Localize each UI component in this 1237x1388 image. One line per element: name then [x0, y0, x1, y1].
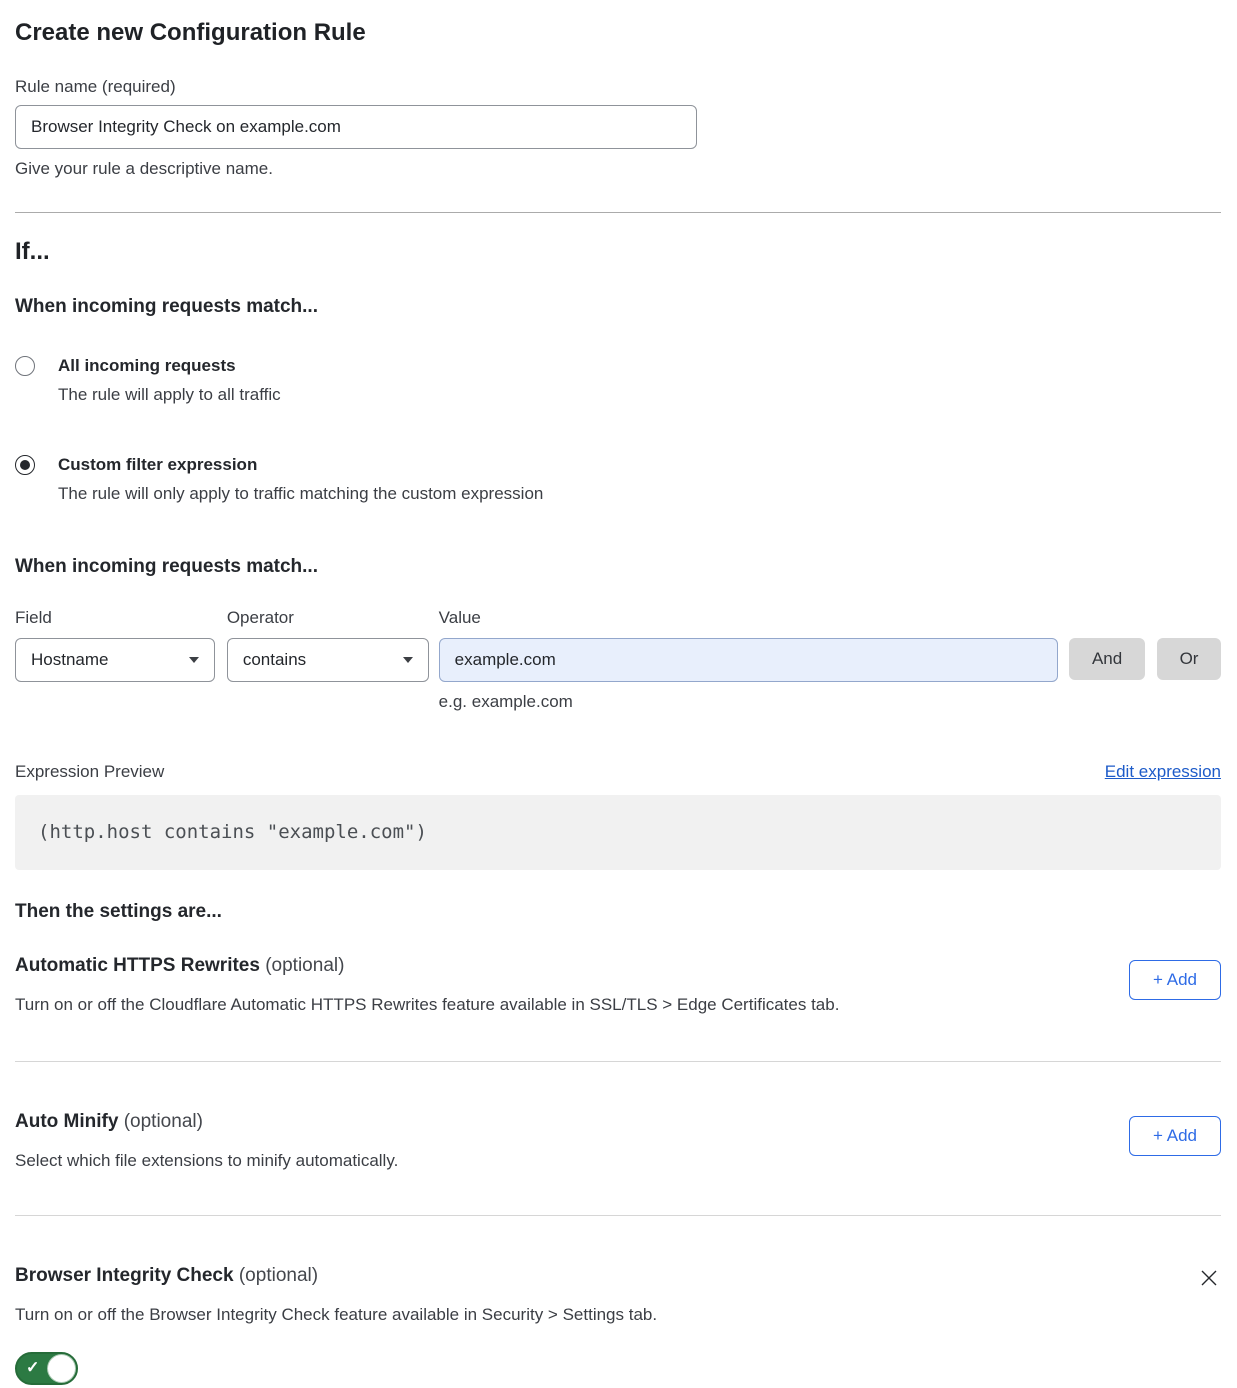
operator-select[interactable]: contains: [227, 638, 429, 682]
page-title: Create new Configuration Rule: [15, 18, 1221, 48]
value-helper: e.g. example.com: [439, 691, 1058, 713]
add-auto-minify-button[interactable]: + Add: [1129, 1116, 1221, 1156]
setting-description: Turn on or off the Browser Integrity Che…: [15, 1304, 657, 1326]
radio-option-label: All incoming requests: [58, 356, 236, 375]
section-divider: [15, 212, 1221, 213]
browser-integrity-check-toggle[interactable]: ✓: [15, 1352, 78, 1385]
section-divider: [15, 1215, 1221, 1216]
setting-automatic-https-rewrites: Automatic HTTPS Rewrites (optional) Turn…: [15, 954, 1221, 1016]
optional-tag: (optional): [124, 1111, 203, 1132]
setting-title: Automatic HTTPS Rewrites (optional): [15, 954, 839, 978]
setting-auto-minify: Auto Minify (optional) Select which file…: [15, 1110, 1221, 1172]
match-heading: When incoming requests match...: [15, 295, 1221, 319]
value-input[interactable]: [439, 638, 1058, 682]
expression-builder-heading: When incoming requests match...: [15, 555, 1221, 579]
radio-all-incoming-requests[interactable]: [15, 356, 35, 376]
section-divider: [15, 1061, 1221, 1062]
chevron-down-icon: [403, 657, 413, 663]
field-select[interactable]: Hostname: [15, 638, 215, 682]
or-button[interactable]: Or: [1157, 638, 1221, 680]
check-icon: ✓: [26, 1360, 39, 1376]
expression-preview-label: Expression Preview: [15, 761, 164, 783]
toggle-knob: [48, 1355, 75, 1382]
setting-description: Select which file extensions to minify a…: [15, 1150, 398, 1172]
expression-builder-row: Field Hostname Operator contains Value e…: [15, 607, 1221, 713]
expression-preview-code: (http.host contains "example.com"): [15, 795, 1221, 870]
setting-title: Browser Integrity Check (optional): [15, 1264, 657, 1288]
setting-description: Turn on or off the Cloudflare Automatic …: [15, 994, 839, 1016]
settings-heading: Then the settings are...: [15, 900, 1221, 924]
rule-name-label: Rule name (required): [15, 76, 1221, 98]
operator-label: Operator: [227, 607, 429, 629]
if-heading: If...: [15, 237, 1221, 267]
rule-name-helper: Give your rule a descriptive name.: [15, 158, 1221, 180]
create-configuration-rule-page: Create new Configuration Rule Rule name …: [0, 0, 1237, 1388]
field-label: Field: [15, 607, 215, 629]
chevron-down-icon: [189, 657, 199, 663]
radio-custom-filter-expression[interactable]: [15, 455, 35, 475]
radio-option-all-incoming-requests[interactable]: All incoming requests The rule will appl…: [15, 355, 1221, 406]
setting-browser-integrity-check: Browser Integrity Check (optional) Turn …: [15, 1264, 1221, 1326]
and-button[interactable]: And: [1069, 638, 1145, 680]
optional-tag: (optional): [239, 1265, 318, 1286]
radio-option-description: The rule will apply to all traffic: [58, 384, 281, 406]
value-label: Value: [439, 607, 1058, 629]
operator-select-value: contains: [243, 650, 306, 670]
optional-tag: (optional): [265, 955, 344, 976]
radio-option-custom-filter-expression[interactable]: Custom filter expression The rule will o…: [15, 454, 1221, 505]
rule-name-input[interactable]: [15, 105, 697, 149]
radio-option-description: The rule will only apply to traffic matc…: [58, 483, 543, 505]
field-select-value: Hostname: [31, 650, 108, 670]
setting-title: Auto Minify (optional): [15, 1110, 398, 1134]
add-automatic-https-rewrites-button[interactable]: + Add: [1129, 960, 1221, 1000]
edit-expression-link[interactable]: Edit expression: [1105, 761, 1221, 783]
radio-option-label: Custom filter expression: [58, 455, 257, 474]
close-icon[interactable]: [1197, 1266, 1221, 1290]
